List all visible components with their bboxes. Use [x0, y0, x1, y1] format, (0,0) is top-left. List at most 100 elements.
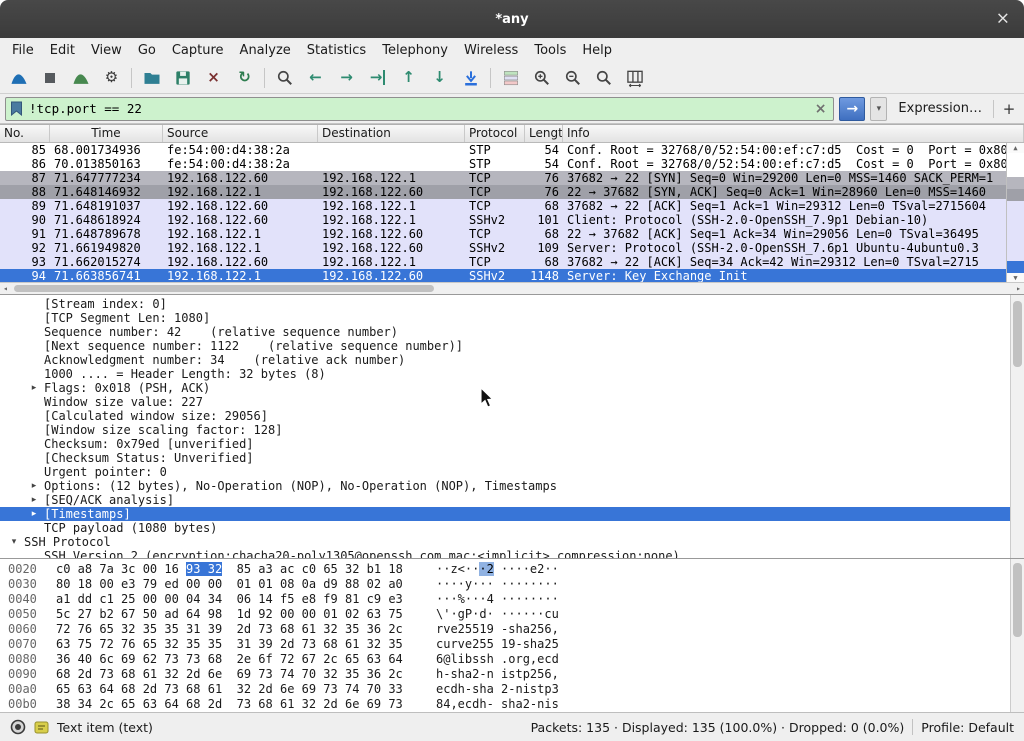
packet-row-86[interactable]: 8670.013850163fe:54:00:d4:38:2aSTP54Conf… [0, 157, 1006, 171]
packet-row-91[interactable]: 9171.648789678192.168.122.1192.168.122.6… [0, 227, 1006, 241]
column-header-no[interactable]: No. [0, 125, 50, 142]
display-filter-input[interactable] [27, 100, 808, 117]
packet-row-90[interactable]: 9071.648618924192.168.122.60192.168.122.… [0, 213, 1006, 227]
detail-row[interactable]: ▸[SEQ/ACK analysis] [0, 493, 1010, 507]
menu-item-analyze[interactable]: Analyze [232, 38, 299, 62]
packet-row-93[interactable]: 9371.662015274192.168.122.60192.168.122.… [0, 255, 1006, 269]
menu-item-capture[interactable]: Capture [164, 38, 232, 62]
column-header-protocol[interactable]: Protocol [465, 125, 525, 142]
column-header-time[interactable]: Time [50, 125, 163, 142]
stop-capture-button[interactable] [34, 64, 65, 92]
hex-row-0020[interactable]: 0020c0 a8 7a 3c 00 16 93 32 85 a3 ac c0 … [0, 562, 1010, 577]
filter-apply-button[interactable]: → [839, 97, 865, 121]
packet-row-87[interactable]: 8771.647777234192.168.122.60192.168.122.… [0, 171, 1006, 185]
detail-row[interactable]: ▾SSH Protocol [0, 535, 1010, 549]
hex-row-0040[interactable]: 0040a1 dd c1 25 00 00 04 34 06 14 f5 e8 … [0, 592, 1010, 607]
minimap-arrow-icon[interactable]: ▲ [1007, 143, 1024, 153]
column-header-source[interactable]: Source [163, 125, 318, 142]
detail-row[interactable]: ▸Flags: 0x018 (PSH, ACK) [0, 381, 1010, 395]
column-header-info[interactable]: Info [563, 125, 1024, 142]
hex-row-0080[interactable]: 008036 40 6c 69 62 73 73 68 2e 6f 72 67 … [0, 652, 1010, 667]
title-bar[interactable]: *any × [0, 0, 1024, 38]
status-profile[interactable]: Profile: Default [921, 720, 1014, 735]
collapsed-arrow-icon[interactable]: ▸ [28, 493, 40, 507]
detail-row[interactable]: [TCP Segment Len: 1080] [0, 311, 1010, 325]
detail-row[interactable]: Checksum: 0x79ed [unverified] [0, 437, 1010, 451]
hex-row-0070[interactable]: 007063 75 72 76 65 32 35 35 31 39 2d 73 … [0, 637, 1010, 652]
add-filter-button[interactable]: + [999, 100, 1019, 118]
packet-list-horizontal-scrollbar[interactable]: ◂ ▸ [0, 282, 1024, 294]
go-first-button[interactable]: ↑ [393, 64, 424, 92]
detail-row[interactable]: [Checksum Status: Unverified] [0, 451, 1010, 465]
open-file-button[interactable] [136, 64, 167, 92]
find-packet-button[interactable] [269, 64, 300, 92]
filter-dropdown-button[interactable]: ▾ [870, 97, 887, 121]
save-file-button[interactable] [167, 64, 198, 92]
hex-row-0030[interactable]: 003080 18 00 e3 79 ed 00 00 01 01 08 0a … [0, 577, 1010, 592]
packet-row-88[interactable]: 8871.648146932192.168.122.1192.168.122.6… [0, 185, 1006, 199]
go-back-button[interactable]: ← [300, 64, 331, 92]
menu-item-view[interactable]: View [83, 38, 130, 62]
window-close-button[interactable]: × [996, 11, 1010, 28]
hex-row-00b0[interactable]: 00b038 34 2c 65 63 64 68 2d 73 68 61 32 … [0, 697, 1010, 712]
detail-vertical-scrollbar[interactable] [1010, 295, 1024, 558]
zoom-out-button[interactable] [557, 64, 588, 92]
capture-comment-icon[interactable] [34, 720, 49, 735]
go-forward-button[interactable]: → [331, 64, 362, 92]
menu-item-telephony[interactable]: Telephony [374, 38, 456, 62]
menu-item-tools[interactable]: Tools [526, 38, 574, 62]
menu-item-statistics[interactable]: Statistics [299, 38, 374, 62]
go-to-packet-button[interactable]: → [362, 64, 393, 92]
collapsed-arrow-icon[interactable]: ▸ [28, 381, 40, 395]
detail-row[interactable]: SSH Version 2 (encryption:chacha20-poly1… [0, 549, 1010, 558]
filter-field[interactable]: × [5, 97, 834, 121]
expression-button[interactable]: Expression… [892, 101, 988, 116]
hex-row-0060[interactable]: 006072 76 65 32 35 35 31 39 2d 73 68 61 … [0, 622, 1010, 637]
start-capture-button[interactable] [3, 64, 34, 92]
detail-row[interactable]: Sequence number: 42 (relative sequence n… [0, 325, 1010, 339]
auto-scroll-button[interactable] [455, 64, 486, 92]
detail-row[interactable]: ▸[Timestamps] [0, 507, 1010, 521]
colorize-button[interactable] [495, 64, 526, 92]
packet-list-minimap-scrollbar[interactable]: ▲▼ [1006, 143, 1024, 282]
detail-row[interactable]: Window size value: 227 [0, 395, 1010, 409]
packet-row-85[interactable]: 8568.001734936fe:54:00:d4:38:2aSTP54Conf… [0, 143, 1006, 157]
menu-item-wireless[interactable]: Wireless [456, 38, 526, 62]
hex-row-00a0[interactable]: 00a065 63 64 68 2d 73 68 61 32 2d 6e 69 … [0, 682, 1010, 697]
packet-row-92[interactable]: 9271.661949820192.168.122.1192.168.122.6… [0, 241, 1006, 255]
menu-item-help[interactable]: Help [574, 38, 620, 62]
detail-row[interactable]: ▸Options: (12 bytes), No-Operation (NOP)… [0, 479, 1010, 493]
detail-row[interactable]: Urgent pointer: 0 [0, 465, 1010, 479]
column-header-destination[interactable]: Destination [318, 125, 465, 142]
scrollbar-thumb[interactable] [1013, 301, 1022, 367]
hex-row-0090[interactable]: 009068 2d 73 68 61 32 2d 6e 69 73 74 70 … [0, 667, 1010, 682]
scrollbar-thumb[interactable] [1013, 563, 1022, 637]
detail-row[interactable]: Acknowledgment number: 34 (relative ack … [0, 353, 1010, 367]
zoom-in-button[interactable] [526, 64, 557, 92]
menu-item-edit[interactable]: Edit [42, 38, 83, 62]
scroll-left-arrow-icon[interactable]: ◂ [3, 283, 8, 294]
expanded-arrow-icon[interactable]: ▾ [8, 535, 20, 549]
packet-row-89[interactable]: 8971.648191037192.168.122.60192.168.122.… [0, 199, 1006, 213]
collapsed-arrow-icon[interactable]: ▸ [28, 479, 40, 493]
packet-row-94[interactable]: 9471.663856741192.168.122.1192.168.122.6… [0, 269, 1006, 282]
reload-button[interactable]: ↻ [229, 64, 260, 92]
hex-row-0050[interactable]: 00505c 27 b2 67 50 ad 64 98 1d 92 00 00 … [0, 607, 1010, 622]
detail-row[interactable]: [Stream index: 0] [0, 297, 1010, 311]
detail-row[interactable]: [Calculated window size: 29056] [0, 409, 1010, 423]
bytes-vertical-scrollbar[interactable] [1010, 559, 1024, 712]
detail-row[interactable]: TCP payload (1080 bytes) [0, 521, 1010, 535]
go-last-button[interactable]: ↓ [424, 64, 455, 92]
scroll-right-arrow-icon[interactable]: ▸ [1016, 283, 1021, 294]
menu-item-go[interactable]: Go [130, 38, 164, 62]
detail-row[interactable]: [Next sequence number: 1122 (relative se… [0, 339, 1010, 353]
expert-info-icon[interactable] [10, 719, 26, 735]
restart-capture-button[interactable] [65, 64, 96, 92]
detail-row[interactable]: [Window size scaling factor: 128] [0, 423, 1010, 437]
filter-bookmark-icon[interactable] [10, 101, 23, 116]
collapsed-arrow-icon[interactable]: ▸ [28, 507, 40, 521]
filter-clear-icon[interactable]: × [812, 101, 830, 117]
zoom-reset-button[interactable] [588, 64, 619, 92]
close-file-button[interactable]: × [198, 64, 229, 92]
menu-item-file[interactable]: File [4, 38, 42, 62]
